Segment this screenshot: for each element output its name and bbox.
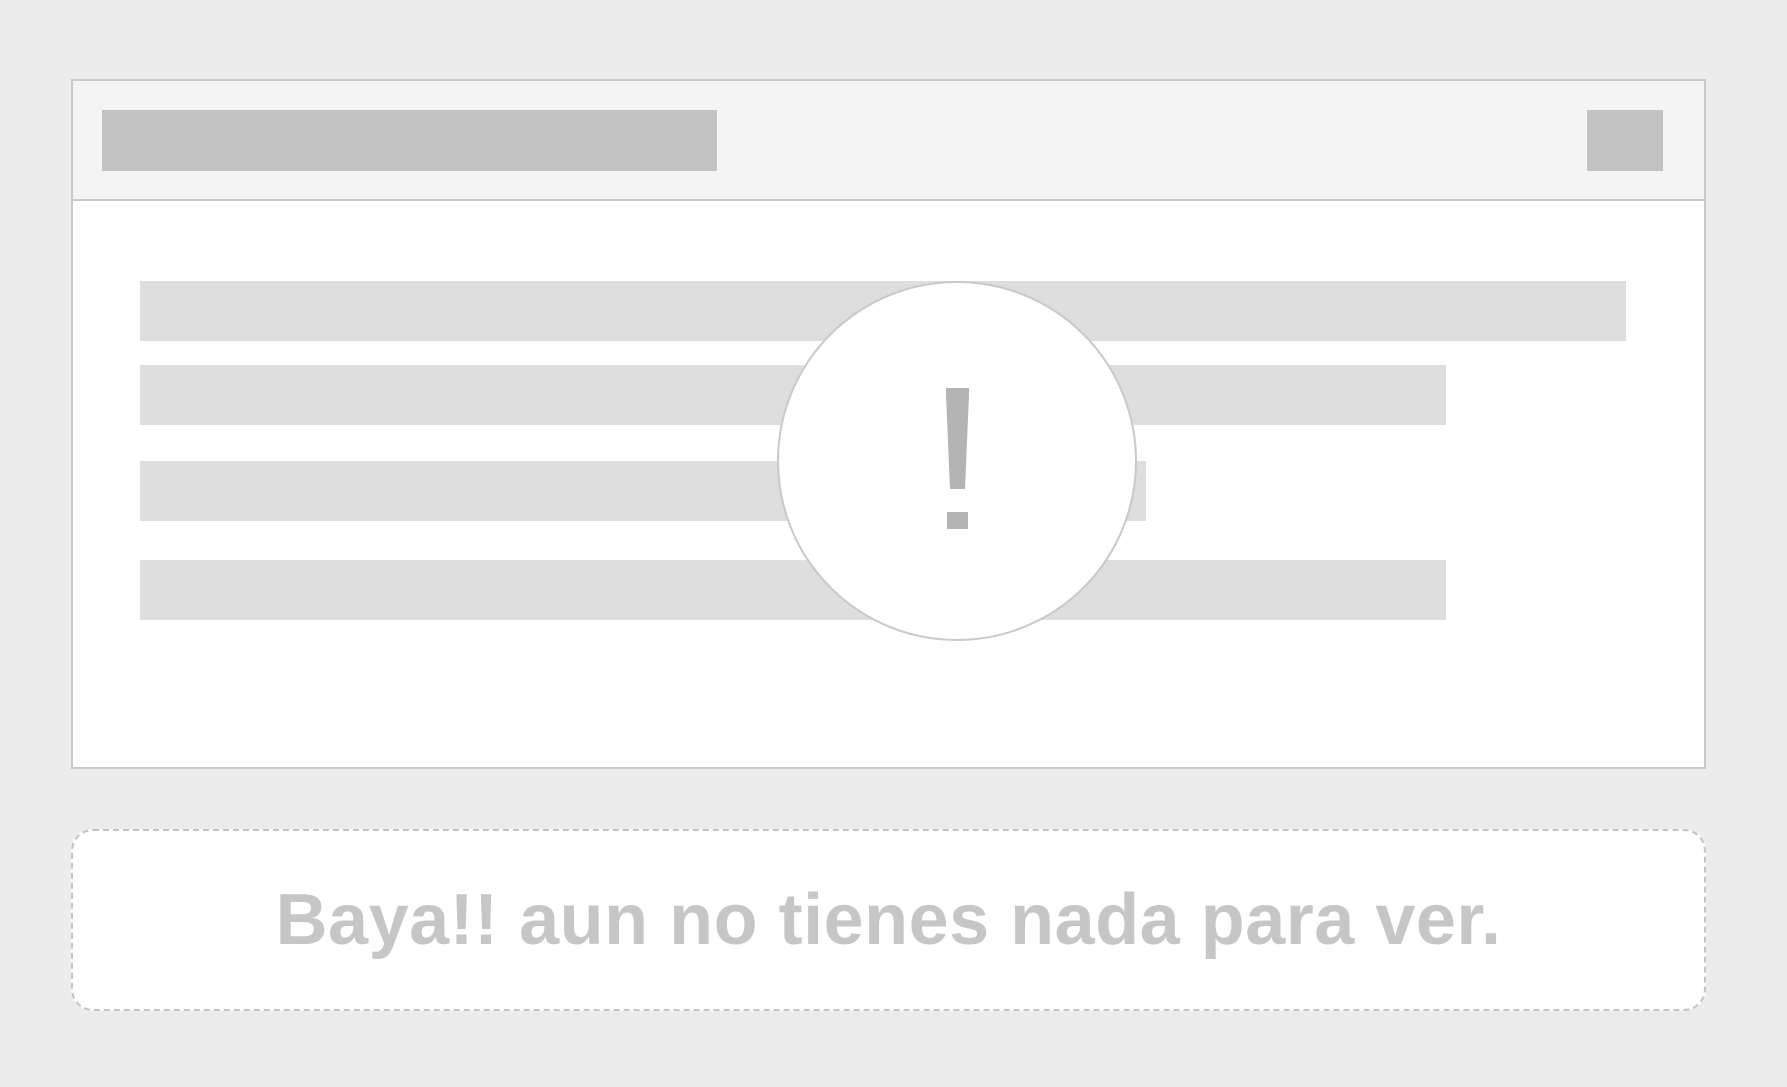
empty-state-message-box: Baya!! aun no tienes nada para ver. [71, 829, 1706, 1011]
alert-badge [777, 281, 1137, 641]
empty-state-message: Baya!! aun no tienes nada para ver. [275, 880, 1502, 960]
placeholder-header [73, 81, 1704, 201]
placeholder-panel [71, 79, 1706, 769]
header-title-placeholder [102, 110, 717, 171]
header-action-placeholder [1587, 110, 1663, 171]
exclamation-icon [946, 388, 969, 529]
